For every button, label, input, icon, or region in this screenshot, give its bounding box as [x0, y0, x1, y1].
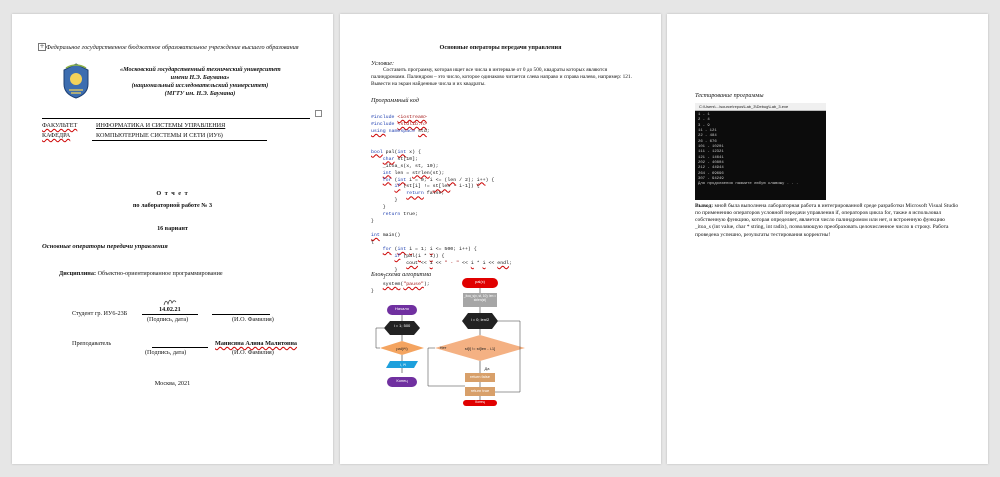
university-status: (национальный исследовательский универси… [131, 82, 269, 89]
flow-loop-main-label: i = 1; 500 [393, 323, 411, 328]
teacher-label: Преподаватель [72, 340, 112, 347]
flow-loop-fn-label: i = 0; len/2 [470, 317, 490, 322]
university-crest-icon [63, 63, 89, 99]
console-output: 1 - 1 2 - 4 3 - 9 11 - 121 22 - 484 26 -… [698, 113, 799, 187]
institution-line: Федеральное государственное бюджетное об… [46, 44, 299, 51]
flow-end-label: Конец [396, 378, 408, 383]
header-rule [42, 118, 310, 119]
flow-ret-true-label: return true [470, 388, 490, 393]
faculty-value: ИНФОРМАТИКА И СИСТЕМЫ УПРАВЛЕНИЯ [96, 122, 226, 129]
source-code: #include <iostream> #include <stdlib.h> … [371, 114, 512, 294]
code-page: Основные операторы передачи управления У… [340, 14, 661, 464]
teacher-signature-line [152, 347, 208, 348]
flow-output-label: i, i*i [399, 362, 407, 367]
lab-number: по лабораторной работе № 3 [132, 202, 213, 209]
student-group: Студент гр. ИУ6-23Б [72, 310, 128, 317]
teacher-name: Манисяна Алина Малитовна [215, 340, 297, 347]
report-heading: О т ч е т [156, 190, 189, 197]
faculty-label: ФАКУЛЬТЕТ [42, 122, 78, 129]
flow-start-label: Начало [395, 306, 409, 311]
table-move-handle-icon[interactable]: + [38, 43, 46, 51]
student-signature-line [142, 314, 198, 315]
department-underline [92, 140, 267, 141]
testing-label: Тестирование программы [695, 92, 764, 99]
city-year: Москва, 2021 [154, 380, 191, 387]
condition-text: Составить программу, которая ищет все чи… [371, 67, 632, 87]
discipline-line: Дисциплина: Объектно-ориентированное про… [59, 270, 223, 277]
flow-no-label: Нет [439, 345, 447, 350]
flow-fn-step-label: _itoa_s(x, st, 10); len = strlen(st) [463, 294, 497, 302]
university-abbr: (МГТУ им. Н.Э. Баумана) [164, 90, 236, 97]
flow-fn-start-label: pal(x) [474, 279, 485, 284]
flow-ret-false-label: return false [469, 374, 490, 379]
console-title: C:\Users\...\source\repos\Lab_3\Debug\La… [695, 103, 826, 111]
submission-date: 14.02.21 [159, 306, 181, 313]
title-page: + Федеральное государственное бюджетное … [12, 14, 333, 464]
department-label: КАФЕДРА [42, 132, 71, 139]
flow-condition-fn-label: st[i] != st[len - i-1] [464, 346, 496, 351]
console-window: C:\Users\...\source\repos\Lab_3\Debug\La… [695, 103, 826, 200]
student-name-line [212, 314, 270, 315]
teacher-name-caption: (И.О. Фамилия) [232, 349, 274, 356]
student-signature-caption: (Подпись, дата) [147, 316, 189, 323]
department-value: КОМПЬЮТЕРНЫЕ СИСТЕМЫ И СЕТИ (ИУ6) [96, 132, 223, 139]
flow-fn-end-label: Конец [475, 399, 485, 404]
teacher-signature-caption: (Подпись, дата) [145, 349, 187, 356]
variant: 16 вариант [157, 225, 188, 232]
report-topic: Основные операторы передачи управления [42, 243, 168, 250]
results-page: Тестирование программы C:\Users\...\sour… [667, 14, 988, 464]
text-boundary-marker [315, 110, 322, 117]
student-name-caption: (И.О. Фамилия) [232, 316, 274, 323]
university-name: «Московский государственный технический … [120, 66, 281, 73]
code-label: Программный код [371, 97, 419, 104]
conclusion: Вывод: мной была выполнена лабораторная … [695, 203, 959, 238]
page2-title: Основные операторы передачи управления [439, 44, 562, 51]
university-name-2: имени Н.Э. Баумана» [170, 74, 230, 81]
flow-yes-label: Да [484, 366, 490, 371]
flow-condition-main-label: pal(i*i) [396, 346, 408, 351]
